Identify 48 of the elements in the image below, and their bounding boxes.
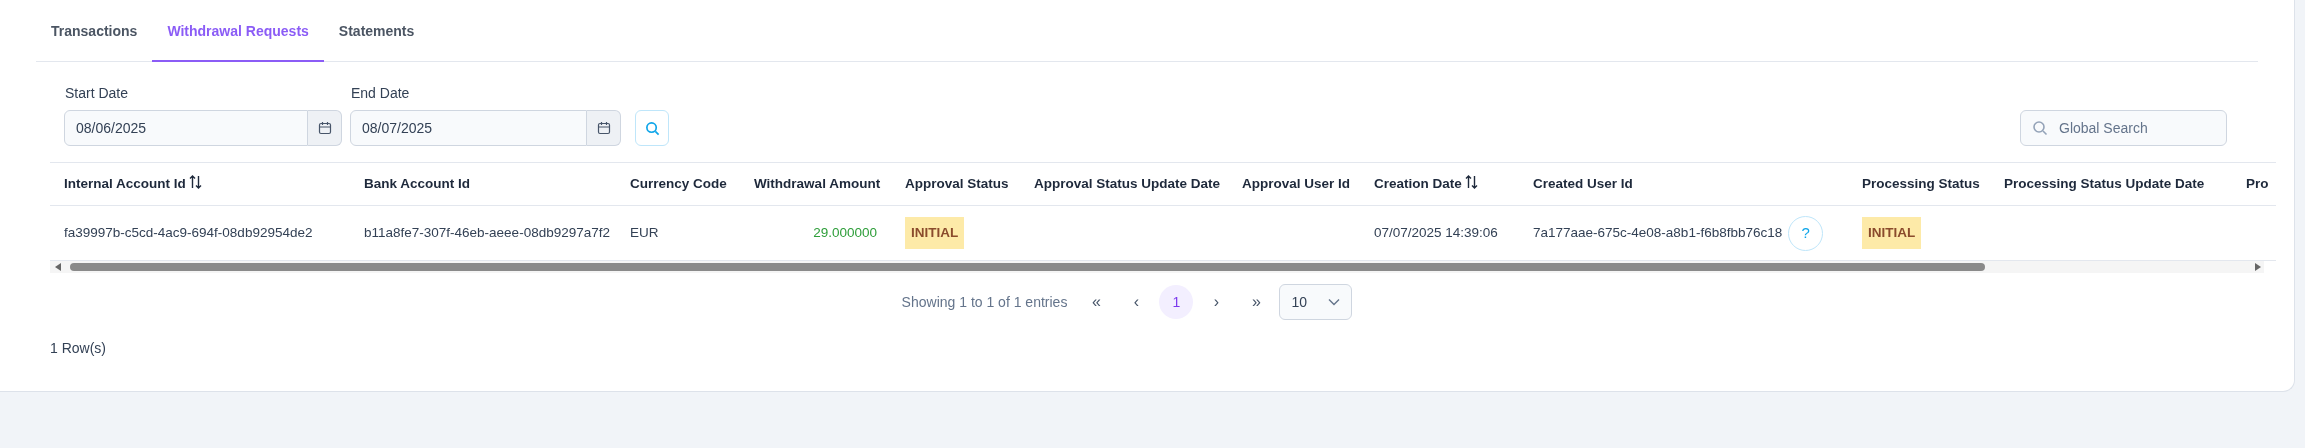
tab[interactable]: Statements xyxy=(323,0,430,62)
table-cell: 07/07/2025 14:39:06 xyxy=(1374,224,1498,240)
amount-cell: 29.000000 xyxy=(813,224,877,240)
global-search-field[interactable]: Global Search xyxy=(2020,110,2227,146)
row-count: 1 Row(s) xyxy=(50,339,107,358)
table-cell: EUR xyxy=(630,224,659,240)
table-cell: b11a8fe7-307f-46eb-aeee-08db9297a7f2 xyxy=(364,224,610,240)
date-field[interactable]: 08/07/2025 xyxy=(350,110,587,146)
search-icon xyxy=(2032,120,2048,136)
horizontal-scrollbar[interactable] xyxy=(50,261,2264,273)
column-header: Approval Status Update Date xyxy=(1034,175,1221,191)
column-header: Processing Status xyxy=(1862,175,1980,191)
table-cell: fa39997b-c5cd-4ac9-694f-08db92954de2 xyxy=(64,224,313,240)
column-header: Created User Id xyxy=(1533,175,1633,191)
calendar-button[interactable] xyxy=(308,110,342,146)
field-label: Start Date xyxy=(65,84,130,103)
column-header: Withdrawal Amount xyxy=(754,175,881,191)
pagination-summary: Showing 1 to 1 of 1 entries xyxy=(901,292,1068,312)
table-cell-text: 7a177aae-675c-4e08-a8b1-f6b8fbb76c18 xyxy=(1533,223,1783,242)
column-header: Processing Status Update Date xyxy=(2004,175,2205,191)
column-header: Pro xyxy=(2246,175,2269,191)
search-icon xyxy=(644,120,660,136)
chevron-down-icon xyxy=(1328,298,1341,306)
calendar-icon xyxy=(596,121,611,135)
column-header[interactable]: Creation Date xyxy=(1374,175,1462,191)
column-header: Approval User Id xyxy=(1242,175,1351,191)
column-header[interactable]: Internal Account Id xyxy=(64,175,186,191)
scroll-right-icon[interactable] xyxy=(2254,262,2262,272)
date-field[interactable]: 08/06/2025 xyxy=(64,110,308,146)
scroll-left-icon[interactable] xyxy=(54,262,62,272)
next-page-button[interactable]: › xyxy=(1199,285,1234,319)
page-button[interactable]: 1 xyxy=(1159,285,1194,319)
tab[interactable]: Withdrawal Requests xyxy=(152,0,324,62)
page-size-select[interactable]: 10 xyxy=(1279,284,1353,320)
status-badge: INITIAL xyxy=(1862,216,1922,250)
sort-icon[interactable] xyxy=(1464,175,1478,190)
status-badge: INITIAL xyxy=(905,216,965,250)
first-page-button[interactable]: « xyxy=(1079,285,1114,319)
calendar-button[interactable] xyxy=(587,110,621,146)
column-header: Approval Status xyxy=(905,175,1009,191)
last-page-button[interactable]: » xyxy=(1239,285,1274,319)
sort-icon[interactable] xyxy=(188,175,202,190)
field-label: End Date xyxy=(351,84,411,103)
column-header: Bank Account Id xyxy=(364,175,470,191)
tab[interactable]: Transactions xyxy=(36,0,153,62)
column-header: Currency Code xyxy=(630,175,727,191)
calendar-icon xyxy=(317,121,332,135)
previous-page-button[interactable]: ‹ xyxy=(1119,285,1154,319)
